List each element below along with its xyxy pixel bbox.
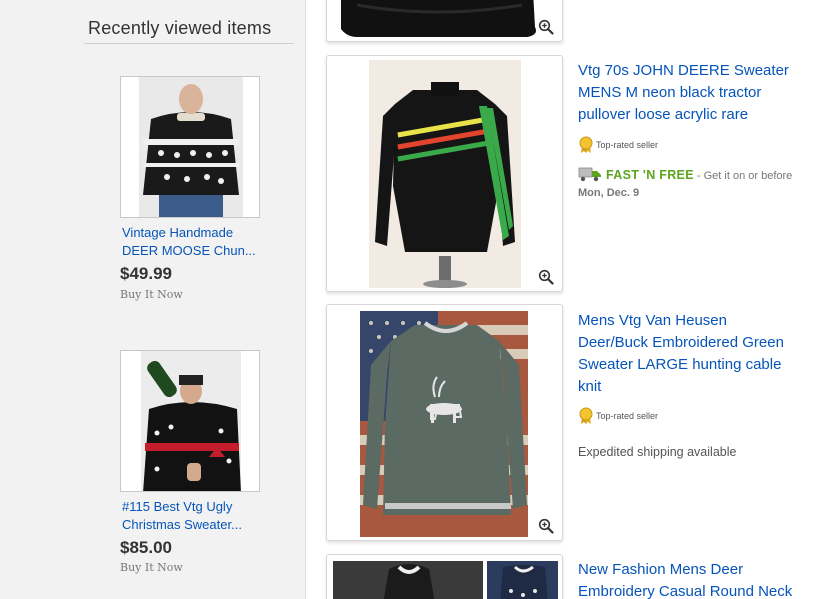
listing-title-link[interactable]: New Fashion Mens Deer Embroidery Casual …	[578, 559, 818, 599]
top-rated-seller-icon	[579, 136, 593, 153]
fast-n-free-label: FAST 'N FREE	[606, 168, 694, 182]
zoom-in-icon[interactable]	[538, 518, 554, 534]
zoom-in-icon[interactable]	[538, 269, 554, 285]
recent-item-image[interactable]	[120, 350, 260, 492]
shipping-info: Expedited shipping available	[578, 445, 737, 459]
divider	[84, 43, 294, 44]
recent-item-title-link[interactable]: Vintage Handmade DEER MOOSE Chun...	[122, 224, 272, 260]
listing-image-card[interactable]	[326, 304, 563, 541]
top-rated-seller-icon	[579, 407, 593, 424]
listing-title-link[interactable]: Mens Vtg Van Heusen Deer/Buck Embroidere…	[578, 310, 818, 398]
recent-item-price: $49.99	[120, 264, 172, 283]
listing-image-card[interactable]	[326, 554, 563, 599]
recent-item-title-link[interactable]: #115 Best Vtg Ugly Christmas Sweater...	[122, 498, 272, 534]
zoom-in-icon[interactable]	[538, 19, 554, 35]
recent-item-format: Buy It Now	[120, 561, 183, 574]
delivery-date: Mon, Dec. 9	[578, 187, 640, 199]
recent-item-image[interactable]	[120, 76, 260, 218]
recent-item-price: $85.00	[120, 538, 172, 557]
top-rated-seller-badge: Top-rated seller	[578, 136, 658, 154]
listing-image-card[interactable]	[326, 0, 563, 42]
delivery-truck-icon	[578, 167, 601, 182]
listing-image-card[interactable]	[326, 55, 563, 292]
top-rated-seller-badge: Top-rated seller	[578, 407, 658, 425]
recently-viewed-sidebar: Recently viewed items Vintage Handmade D…	[0, 0, 306, 599]
shipping-info: FAST 'N FREE - Get it on or before	[578, 166, 792, 185]
listing-title-link[interactable]: Vtg 70s JOHN DEERE Sweater MENS M neon b…	[578, 60, 818, 126]
recently-viewed-title: Recently viewed items	[88, 18, 272, 38]
recent-item-format: Buy It Now	[120, 288, 183, 301]
